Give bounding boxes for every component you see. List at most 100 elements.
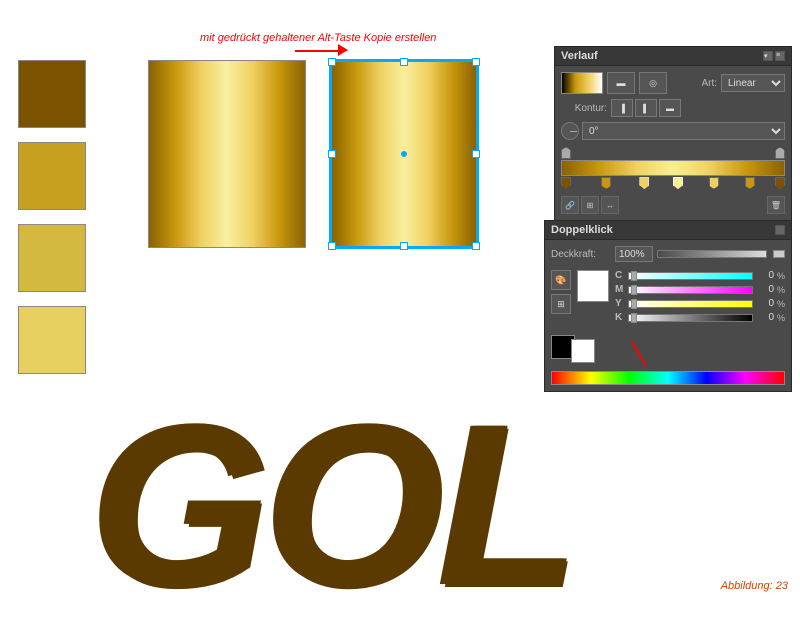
cmyk-sliders: C 0 % M 0 % xyxy=(615,270,785,326)
trash-btn[interactable]: 🗑 xyxy=(767,196,785,214)
cmyk-k-percent: % xyxy=(777,313,785,323)
cmyk-y-percent: % xyxy=(777,299,785,309)
panel-menu-btn[interactable]: ≡ xyxy=(775,51,785,61)
opacity-slider[interactable] xyxy=(657,250,767,258)
cmyk-k-thumb[interactable] xyxy=(631,313,637,323)
gold-text: GOL xyxy=(90,390,573,620)
opacity-slider-thumb[interactable] xyxy=(773,250,785,258)
art-label: Art: xyxy=(671,78,717,89)
link-icon-btn[interactable]: 🔗 xyxy=(561,196,579,214)
swatch-3[interactable] xyxy=(18,224,86,292)
palette-icon-btn[interactable]: 🎨 xyxy=(551,270,571,290)
opacity-input[interactable] xyxy=(615,246,653,262)
white-swatch[interactable] xyxy=(577,270,609,302)
swatch-1[interactable] xyxy=(18,60,86,128)
gradient-rect-original[interactable] xyxy=(148,60,306,248)
swatches-panel xyxy=(18,60,86,374)
cmyk-k-value: 0 xyxy=(756,312,774,323)
kontur-btn-2[interactable]: ▌ xyxy=(635,99,657,117)
handle-bottom-left[interactable] xyxy=(328,242,336,250)
cmyk-m-row: M 0 % xyxy=(615,284,785,295)
verlauf-title-bar: Verlauf ▾ ≡ xyxy=(555,47,791,66)
handle-bottom-mid[interactable] xyxy=(400,242,408,250)
cmyk-m-value: 0 xyxy=(756,284,774,295)
verlauf-panel: Verlauf ▾ ≡ ▬ ◎ Art: Linear Kontur: xyxy=(554,46,792,221)
center-dot xyxy=(401,151,407,157)
cmyk-c-label: C xyxy=(615,270,625,281)
color-panel-body: Deckkraft: 🎨 ⊞ C xyxy=(545,240,791,391)
reverse-btn[interactable]: ↔ xyxy=(601,196,619,214)
cmyk-y-label: Y xyxy=(615,298,625,309)
cmyk-c-thumb[interactable] xyxy=(631,271,637,281)
handle-bottom-right[interactable] xyxy=(472,242,480,250)
color-stop-2[interactable] xyxy=(601,177,611,189)
angle-wheel[interactable] xyxy=(561,122,579,140)
cmyk-m-thumb[interactable] xyxy=(631,285,637,295)
fg-bg-row xyxy=(551,331,785,363)
kontur-row: Kontur: ▐ ▌ ▬ xyxy=(561,99,785,117)
gradient-linear-btn[interactable]: ▬ xyxy=(607,72,635,94)
verlauf-bottom-row: 🔗 ⊞ ↔ 🗑 xyxy=(561,196,785,214)
opacity-stop-right[interactable] xyxy=(775,147,785,159)
art-select[interactable]: Linear xyxy=(721,74,785,92)
cmyk-y-thumb[interactable] xyxy=(631,299,637,309)
color-stop-4-selected[interactable] xyxy=(673,177,683,189)
gradient-preview[interactable] xyxy=(561,72,603,94)
main-gradient-bar[interactable] xyxy=(561,160,785,176)
opacity-row: Deckkraft: xyxy=(551,246,785,262)
handle-top-left[interactable] xyxy=(328,58,336,66)
kontur-btn-3[interactable]: ▬ xyxy=(659,99,681,117)
swatch-2[interactable] xyxy=(18,142,86,210)
bottom-icons-left: 🔗 ⊞ ↔ xyxy=(561,196,619,214)
cmyk-y-track[interactable] xyxy=(628,300,753,308)
handle-top-mid[interactable] xyxy=(400,58,408,66)
color-stop-7[interactable] xyxy=(775,177,785,189)
cmyk-y-value: 0 xyxy=(756,298,774,309)
gradient-radial-btn[interactable]: ◎ xyxy=(639,72,667,94)
verlauf-body: ▬ ◎ Art: Linear Kontur: ▐ ▌ ▬ xyxy=(555,66,791,220)
cmyk-k-label: K xyxy=(615,312,625,323)
annotation-text: mit gedrückt gehaltener Alt-Taste Kopie … xyxy=(200,28,436,46)
cmyk-m-label: M xyxy=(615,284,625,295)
kontur-label: Kontur: xyxy=(561,103,607,114)
swatch-4[interactable] xyxy=(18,306,86,374)
cmyk-k-row: K 0 % xyxy=(615,312,785,323)
arrow-head xyxy=(338,44,348,56)
opacity-stop-left[interactable] xyxy=(561,147,571,159)
color-stop-3[interactable] xyxy=(639,177,649,189)
color-icons-col: 🎨 ⊞ xyxy=(551,270,571,314)
gradient-rect-copy[interactable] xyxy=(330,60,478,248)
angle-row: 0° xyxy=(561,122,785,140)
opacity-label: Deckkraft: xyxy=(551,249,611,260)
color-panel-controls xyxy=(775,225,785,235)
cmyk-c-track[interactable] xyxy=(628,272,753,280)
kontur-btn-1[interactable]: ▐ xyxy=(611,99,633,117)
color-panel-header: Doppelklick xyxy=(545,221,791,240)
verlauf-panel-title: Verlauf xyxy=(561,50,598,62)
cmyk-c-percent: % xyxy=(777,271,785,281)
color-stop-1[interactable] xyxy=(561,177,571,189)
grid-icon-btn[interactable]: ⊞ xyxy=(581,196,599,214)
color-stop-5[interactable] xyxy=(709,177,719,189)
spectrum-bar[interactable] xyxy=(551,371,785,385)
color-stop-6[interactable] xyxy=(745,177,755,189)
grid2-icon-btn[interactable]: ⊞ xyxy=(551,294,571,314)
handle-mid-left[interactable] xyxy=(328,150,336,158)
cmyk-c-value: 0 xyxy=(756,270,774,281)
doppelklick-label: Doppelklick xyxy=(551,224,613,236)
color-picker-area: 🎨 ⊞ C 0 % xyxy=(551,270,785,326)
cmyk-m-track[interactable] xyxy=(628,286,753,294)
color-panel-close[interactable] xyxy=(775,225,785,235)
color-bottom xyxy=(551,331,785,385)
cmyk-m-percent: % xyxy=(777,285,785,295)
handle-top-right[interactable] xyxy=(472,58,480,66)
opacity-stops xyxy=(561,145,785,159)
color-stops xyxy=(561,177,785,193)
figure-number: Abbildung: 23 xyxy=(721,580,788,592)
angle-select[interactable]: 0° xyxy=(582,122,785,140)
cmyk-k-track[interactable] xyxy=(628,314,753,322)
bg-color[interactable] xyxy=(571,339,595,363)
panel-controls: ▾ ≡ xyxy=(763,51,785,61)
handle-mid-right[interactable] xyxy=(472,150,480,158)
panel-collapse-btn[interactable]: ▾ xyxy=(763,51,773,61)
